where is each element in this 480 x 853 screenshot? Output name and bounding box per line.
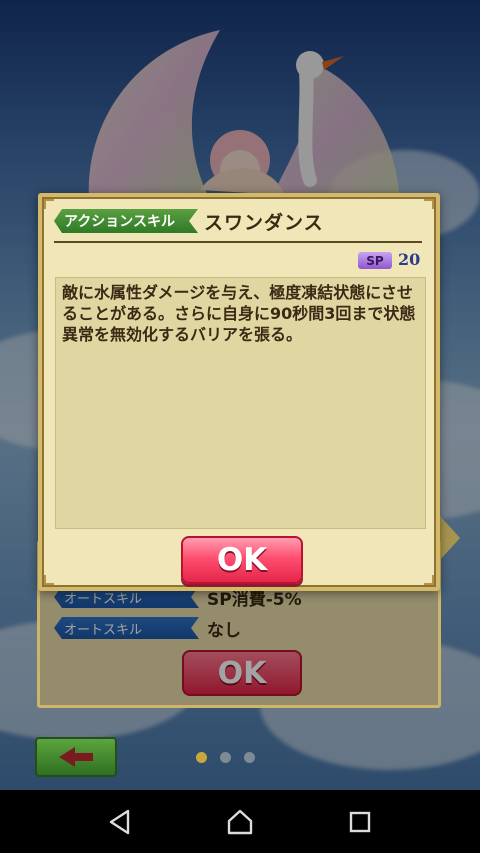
page-dot	[244, 752, 255, 763]
skill-detail-dialog: アクションスキル スワンダンス SP 20 敵に水属性ダメージを与え、極度凍結状…	[38, 193, 440, 591]
skill-name: スワンダンス	[204, 211, 324, 234]
square-recent-icon	[349, 811, 371, 832]
sp-badge: SP	[358, 252, 392, 269]
skill-description: 敵に水属性ダメージを与え、極度凍結状態にさせることがある。さらに自身に90秒間3…	[62, 283, 416, 344]
back-button[interactable]	[35, 737, 117, 777]
action-skill-tag: アクションスキル	[54, 209, 198, 233]
page-dot-active	[196, 752, 207, 763]
system-navigation-bar	[0, 790, 480, 853]
back-arrow-icon	[59, 747, 75, 767]
home-icon	[227, 809, 253, 834]
page-dot	[220, 752, 231, 763]
nav-home-button[interactable]	[220, 802, 260, 842]
ok-button[interactable]: OK	[181, 536, 303, 584]
title-divider	[54, 241, 422, 243]
triangle-back-icon	[109, 809, 130, 834]
skill-description-box: 敵に水属性ダメージを与え、極度凍結状態にさせることがある。さらに自身に90秒間3…	[55, 277, 426, 529]
sp-cost-value: 20	[398, 250, 421, 269]
nav-back-button[interactable]	[100, 802, 140, 842]
page-indicator	[196, 752, 255, 763]
nav-recent-button[interactable]	[340, 802, 380, 842]
next-page-arrow-icon	[440, 516, 460, 560]
